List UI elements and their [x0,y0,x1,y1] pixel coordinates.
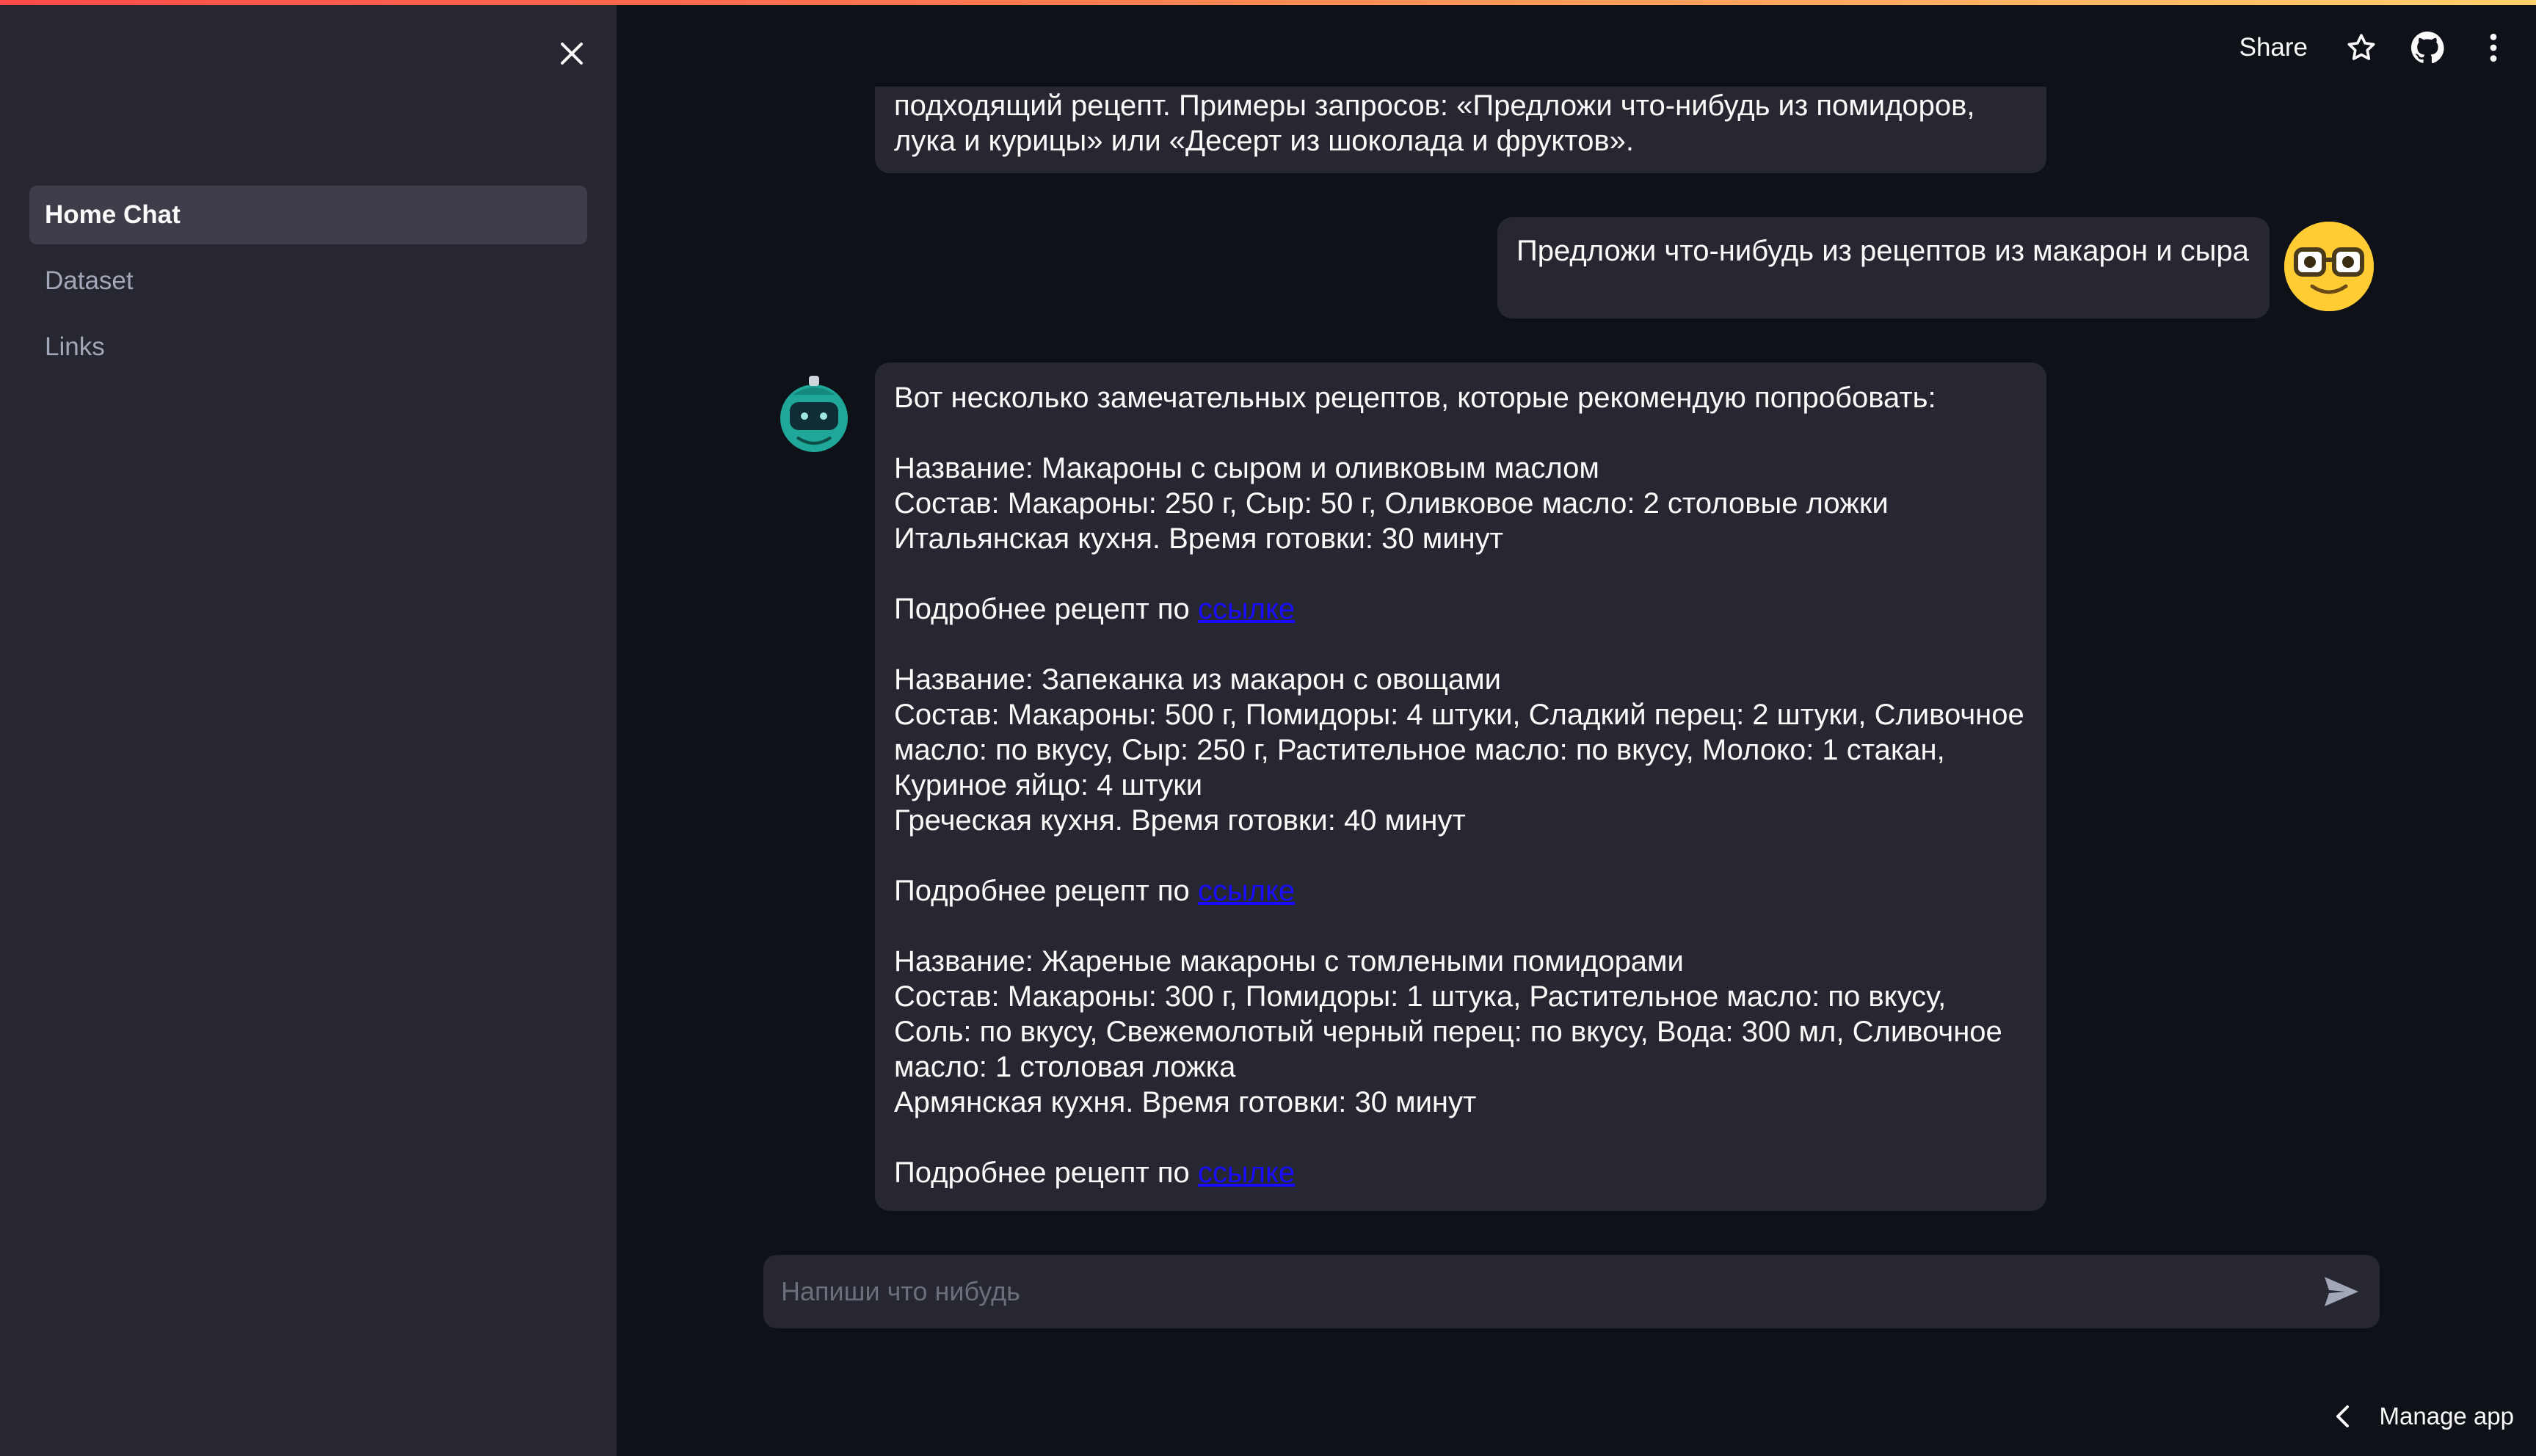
recipe-line: Состав: Макароны: 500 г, Помидоры: 4 шту… [894,699,2024,731]
recipe-block: Название: Жареные макароны с томлеными п… [894,944,2027,1120]
chat-input[interactable] [780,1275,2319,1308]
more-prefix: Подробнее рецепт по [894,1157,1190,1189]
user-message-text: Предложи что-нибудь из рецептов из макар… [1516,235,2249,267]
user-message: Предложи что-нибудь из рецептов из макар… [1497,217,2270,318]
recipe-line: Армянская кухня. Время готовки: 30 минут [894,1086,1477,1118]
recipe-line: масло: по вкусу, Сыр: 250 г, Растительно… [894,734,1945,766]
recipe-link[interactable]: ссылке [1198,593,1295,625]
recipe-link[interactable]: ссылке [1198,875,1295,907]
share-button[interactable]: Share [2239,33,2308,62]
recipe-line: Состав: Макароны: 250 г, Сыр: 50 г, Олив… [894,487,1889,520]
chevron-left-icon [2336,1405,2349,1427]
recipe-line: Название: Макароны с сыром и оливковым м… [894,452,1599,484]
recipe-block: Название: Запеканка из макарон с овощами… [894,662,2027,838]
message-line: лука и курицы» или «Десерт из шоколада и… [894,125,1634,157]
close-sidebar-button[interactable] [554,36,589,71]
github-icon [2410,31,2444,64]
chat-input-container [763,1255,2380,1328]
recipe-line: Куриное яйцо: 4 штуки [894,769,1203,801]
recipe-line: Название: Запеканка из макарон с овощами [894,663,1502,696]
main-menu-button[interactable] [2473,27,2514,68]
recipe-line: Итальянская кухня. Время готовки: 30 мин… [894,523,1503,555]
send-icon [2325,1277,2358,1306]
recipe-link[interactable]: ссылке [1198,1157,1295,1189]
robot-icon [780,376,848,452]
sidebar-nav: Home Chat Dataset Links [29,186,587,384]
more-prefix: Подробнее рецепт по [894,875,1190,907]
sidebar: Home Chat Dataset Links [0,5,617,1456]
recipe-line: Название: Жареные макароны с томлеными п… [894,945,1684,978]
recipe-block: Название: Макароны с сыром и оливковым м… [894,451,2027,556]
manage-app-button[interactable]: Manage app [2334,1398,2514,1435]
more-prefix: Подробнее рецепт по [894,593,1190,625]
more-vertical-icon [2490,33,2497,62]
star-button[interactable] [2341,27,2382,68]
close-icon [561,43,583,65]
recipe-line: масло: 1 столовая ложка [894,1051,1236,1083]
recipe-line: Соль: по вкусу, Свежемолотый черный пере… [894,1016,2002,1048]
header-toolbar: Share [2239,22,2536,73]
sidebar-item-dataset[interactable]: Dataset [29,252,587,310]
star-icon [2347,34,2375,60]
recipe-more-line: Подробнее рецепт по ссылке [894,592,2027,627]
recipe-line: Состав: Макароны: 300 г, Помидоры: 1 шту… [894,980,1947,1013]
top-accent-stripe [0,0,2536,5]
assistant-message-intro: подходящий рецепт. Примеры запросов: «Пр… [875,87,2046,173]
reply-intro: Вот несколько замечательных рецептов, ко… [894,382,1936,414]
recipe-more-line: Подробнее рецепт по ссылке [894,873,2027,909]
send-button[interactable] [2319,1270,2364,1314]
recipe-more-line: Подробнее рецепт по ссылке [894,1155,2027,1190]
assistant-message-reply: Вот несколько замечательных рецептов, ко… [875,363,2046,1211]
bot-avatar [774,373,854,454]
nerd-face-icon [2284,222,2374,311]
message-line: подходящий рецепт. Примеры запросов: «Пр… [894,90,1975,122]
sidebar-item-links[interactable]: Links [29,318,587,376]
github-button[interactable] [2407,27,2448,68]
recipe-line: Греческая кухня. Время готовки: 40 минут [894,804,1466,837]
user-avatar [2284,222,2374,311]
manage-app-label: Manage app [2379,1402,2514,1430]
sidebar-item-home-chat[interactable]: Home Chat [29,186,587,244]
